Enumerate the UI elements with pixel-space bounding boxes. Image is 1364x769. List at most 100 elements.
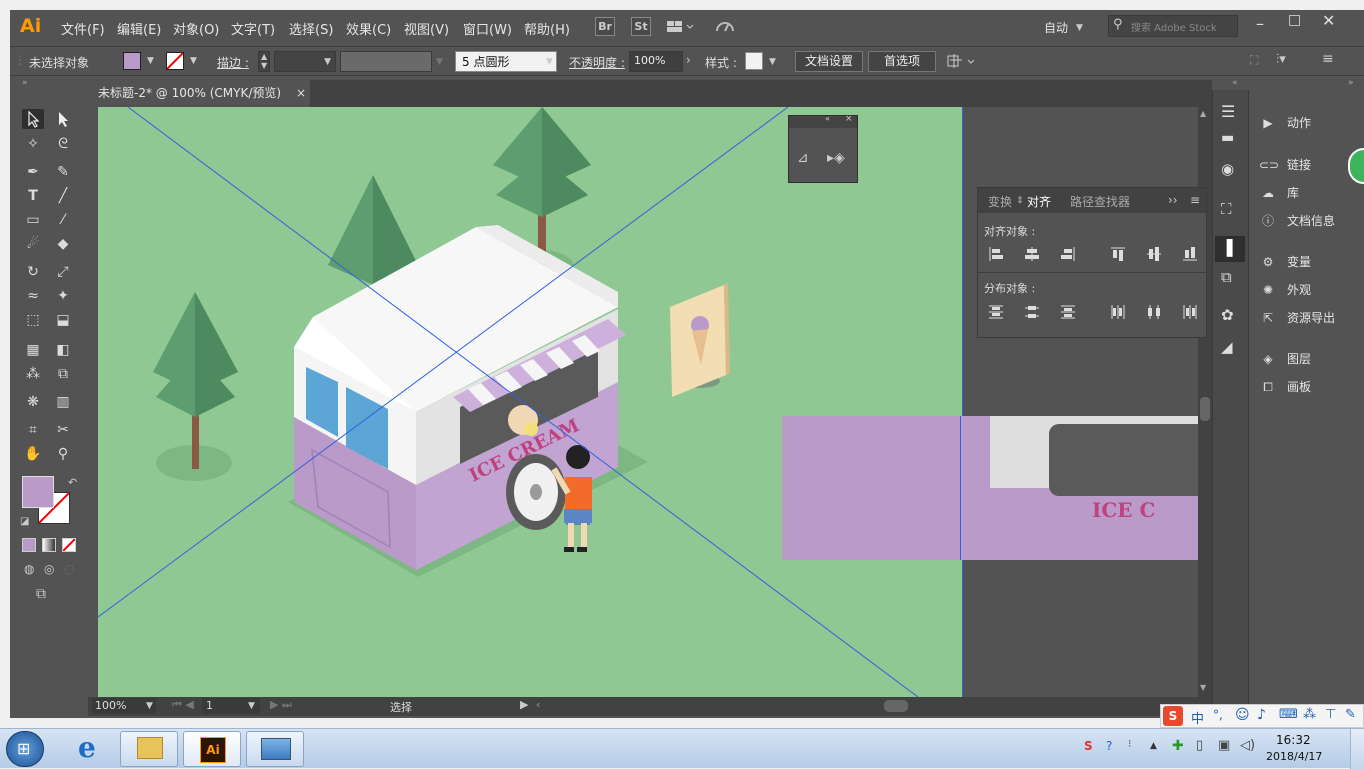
panel-asset-export[interactable]: ⇱ 资源导出 [1259, 309, 1335, 326]
panel-links[interactable]: ⊂⊃ 链接 [1259, 156, 1311, 173]
explorer-taskbar-button[interactable] [120, 731, 178, 767]
color-mode-icon[interactable] [22, 538, 36, 552]
zoom-select[interactable]: 100% ▼ [92, 698, 156, 714]
align-toggle-icon[interactable]: ⫶▾ [1276, 52, 1286, 67]
fill-swatch[interactable] [123, 52, 141, 70]
scale-tool-icon[interactable]: ⤢ [52, 262, 74, 282]
tools-icon[interactable]: ✎ [1345, 707, 1356, 722]
free-transform-icon[interactable]: ⬚ [22, 310, 44, 330]
bridge-button[interactable]: Br [595, 17, 615, 36]
magic-wand-icon[interactable]: ✧ [22, 134, 44, 154]
rotate-tool-icon[interactable]: ↻ [22, 262, 44, 282]
tab-transform[interactable]: 变换 [988, 193, 1012, 210]
lasso-tool-icon[interactable]: ᘓ [52, 134, 74, 154]
illustrator-taskbar-button[interactable]: Ai [183, 731, 241, 767]
artboard-tool-icon[interactable]: ⌗ [22, 420, 44, 440]
blend-tool-icon[interactable]: ⧉ [52, 364, 74, 384]
distribute-bottom-icon[interactable] [1060, 304, 1076, 320]
device-tray-icon[interactable]: ▯ [1196, 738, 1203, 753]
pen-tool-icon[interactable]: ✒ [22, 162, 44, 182]
shaper-tool-icon[interactable]: ☄ [22, 234, 44, 254]
symbol-sprayer-icon[interactable]: ❋ [22, 392, 44, 412]
show-desktop-button[interactable] [1350, 729, 1364, 769]
opacity-input[interactable]: 100% [629, 51, 683, 72]
distribute-hcenter-icon[interactable] [1146, 304, 1162, 320]
scroll-down-icon[interactable]: ▼ [1200, 683, 1206, 692]
keyboard-icon[interactable]: ⌨ [1279, 707, 1298, 722]
close-window-button[interactable]: ✕ [1322, 11, 1335, 30]
draw-behind-icon[interactable]: ◎ [44, 562, 54, 576]
align-left-icon[interactable] [988, 246, 1004, 262]
network-tray-icon[interactable]: ▣ [1218, 738, 1230, 753]
panel-actions[interactable]: ▶ 动作 [1259, 114, 1311, 131]
none-mode-icon[interactable] [62, 538, 76, 552]
ie-icon[interactable]: e [72, 731, 108, 765]
shape-builder-icon[interactable]: ⬓ [52, 310, 74, 330]
skin-icon[interactable]: ⁂ [1303, 707, 1316, 722]
graph-tool-icon[interactable]: ▥ [52, 392, 74, 412]
variable-width-profile[interactable] [340, 51, 432, 72]
emoji-icon[interactable]: ☺ [1235, 707, 1250, 723]
puppet-warp-icon[interactable]: ✦ [52, 286, 74, 306]
artboard-select[interactable]: 1 ▼ [202, 698, 260, 714]
perspective-select-icon[interactable]: ▸◈ [827, 150, 845, 166]
ime-tray-icon[interactable]: ⁝ [1128, 737, 1132, 750]
close-tab-button[interactable]: × [296, 80, 306, 107]
stroke-dropdown-icon[interactable]: ▼ [190, 56, 197, 66]
mesh-tool-icon[interactable]: ▦ [22, 340, 44, 360]
gpu-performance-icon[interactable] [714, 17, 736, 37]
shirt-icon[interactable]: ⊤ [1325, 707, 1336, 722]
preferences-button[interactable]: 首选项 [868, 51, 936, 72]
menu-object[interactable]: 对象(O) [173, 19, 219, 38]
menu-select[interactable]: 选择(S) [289, 19, 333, 38]
maximize-button[interactable]: □ [1288, 12, 1301, 28]
brush-dropdown-icon[interactable]: ▼ [546, 57, 553, 67]
menu-type[interactable]: 文字(T) [231, 19, 275, 38]
opacity-arrow-icon[interactable]: › [686, 53, 691, 67]
menu-file[interactable]: 文件(F) [61, 19, 105, 38]
horizontal-scroll-thumb[interactable] [884, 700, 908, 712]
pathfinder-panel-icon[interactable]: ⧉ [1221, 268, 1232, 286]
distribute-right-icon[interactable] [1182, 304, 1198, 320]
volume-tray-icon[interactable]: ◁) [1240, 738, 1255, 753]
document-tab[interactable]: 未标题-2* @ 100% (CMYK/预览) × [88, 80, 310, 107]
panel-appearance[interactable]: ✺ 外观 [1259, 281, 1311, 298]
opacity-label[interactable]: 不透明度 : [569, 54, 625, 71]
menu-window[interactable]: 窗口(W) [463, 19, 512, 38]
tab-align[interactable]: 对齐 [1027, 193, 1051, 210]
properties-icon[interactable]: ☰ [1221, 102, 1235, 121]
distribute-vcenter-icon[interactable] [1024, 304, 1040, 320]
align-bottom-icon[interactable] [1182, 246, 1198, 262]
gradient-tool-icon[interactable]: ◧ [52, 340, 74, 360]
sogou-tray-icon[interactable]: S [1084, 739, 1093, 753]
screen-mode-icon[interactable]: ⧉ [36, 586, 46, 602]
stroke-label[interactable]: 描边 : [217, 54, 249, 71]
stock-button[interactable]: St [631, 17, 651, 36]
clock-date[interactable]: 2018/4/17 [1266, 750, 1322, 763]
workspace-switcher[interactable]: 自动 [1044, 19, 1068, 36]
menu-effect[interactable]: 效果(C) [346, 19, 391, 38]
scroll-thumb[interactable] [1200, 397, 1210, 421]
stroke-weight-select[interactable]: ▼ [274, 51, 336, 72]
align-hcenter-icon[interactable] [1024, 246, 1040, 262]
status-menu-icon[interactable]: ▶ [520, 698, 528, 711]
brush-select[interactable]: 5 点圆形 [455, 51, 557, 72]
default-colors-icon[interactable]: ◪ [20, 516, 29, 527]
eyedropper-tool-icon[interactable]: ⁂ [22, 364, 44, 384]
align-panel-icon[interactable]: ▐ [1215, 236, 1245, 262]
curvature-tool-icon[interactable]: ✎ [52, 162, 74, 182]
scroll-left-icon[interactable]: ‹ [536, 698, 540, 711]
ime-mode[interactable]: 中 [1191, 708, 1204, 727]
collapse-icon[interactable]: « [825, 114, 830, 123]
photo-viewer-taskbar-button[interactable] [246, 731, 304, 767]
help-tray-icon[interactable]: ? [1106, 739, 1112, 753]
start-button[interactable]: ⊞ [6, 731, 44, 767]
document-setup-button[interactable]: 文档设置 [795, 51, 863, 72]
draw-normal-icon[interactable]: ◍ [24, 562, 34, 576]
eraser-tool-icon[interactable]: ◆ [52, 234, 74, 254]
menu-view[interactable]: 视图(V) [404, 19, 449, 38]
graphic-style-swatch[interactable] [745, 52, 763, 70]
perspective-grid-icon[interactable]: ⊿ [797, 150, 809, 166]
hand-tool-icon[interactable]: ✋ [22, 444, 44, 464]
panel-libraries[interactable]: ☁ 库 [1259, 184, 1299, 201]
